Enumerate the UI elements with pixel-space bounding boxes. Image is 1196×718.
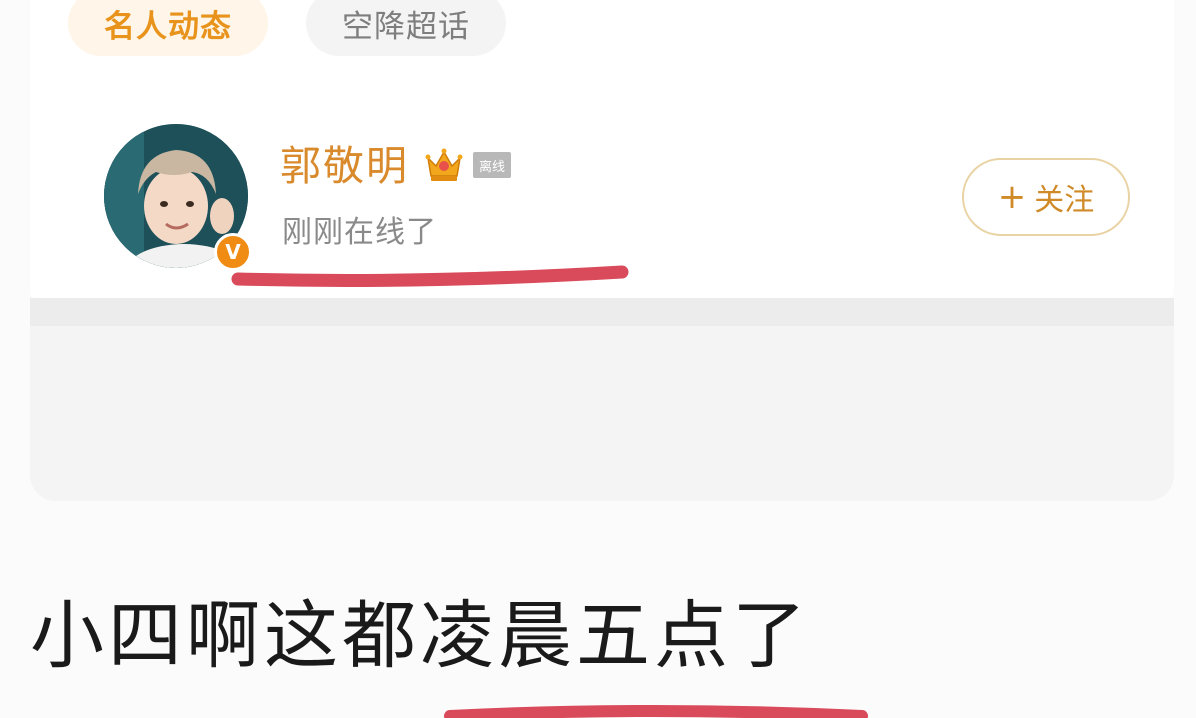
follow-button-label: 关注 (1034, 183, 1095, 218)
tab-celebrity-updates[interactable]: 名人动态 (68, 0, 268, 56)
online-status-text: 刚刚在线了 (282, 215, 437, 250)
crown-icon (425, 148, 463, 181)
plus-icon: + (997, 177, 1027, 217)
follow-button[interactable]: + 关注 (962, 158, 1130, 236)
caption-underline-mark (444, 705, 868, 718)
tab-airdrop-supertopic[interactable]: 空降超话 (306, 0, 506, 56)
offline-tag: 离线 (473, 152, 511, 178)
tab-bar: 名人动态 空降超话 (68, 0, 506, 56)
screenshot-stage: 名人动态 空降超话 V 郭敬明 离线 刚刚在线了 + 关注 小四啊这都凌晨五点了 (0, 0, 1196, 718)
section-divider (30, 298, 1174, 326)
verified-badge: V (214, 233, 252, 271)
caption-text: 小四啊这都凌晨五点了 (30, 593, 810, 679)
username[interactable]: 郭敬明 (280, 140, 409, 192)
content-placeholder-card (30, 326, 1174, 501)
